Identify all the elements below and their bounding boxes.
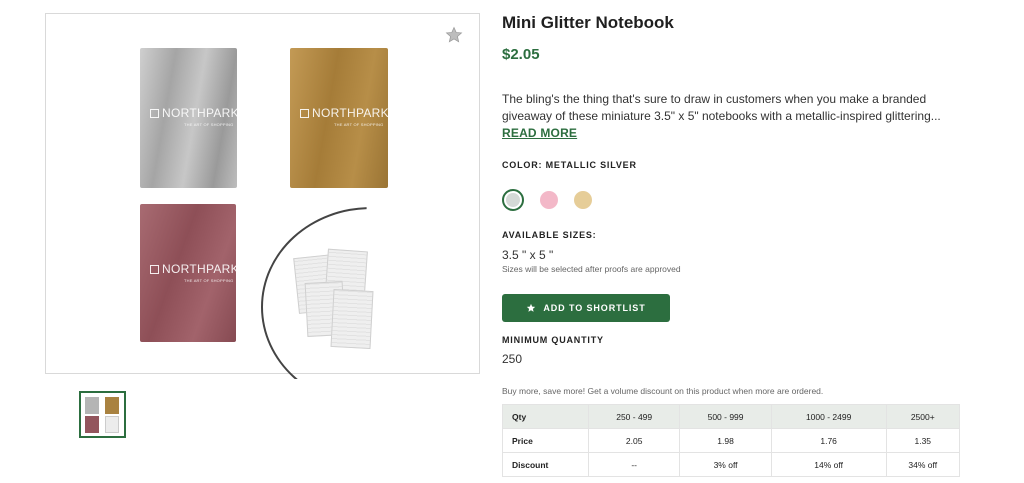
table-header-row: Qty 250 - 499 500 - 999 1000 - 2499 2500…: [502, 404, 961, 429]
table-row-label: Discount: [502, 452, 589, 477]
swatch-metallic-silver[interactable]: [502, 189, 524, 211]
size-note: Sizes will be selected after proofs are …: [502, 264, 681, 274]
product-description: The bling's the thing that's sure to dra…: [502, 92, 941, 123]
table-header-cell: 1000 - 2499: [770, 404, 887, 429]
table-cell: 14% off: [770, 452, 887, 477]
shortlist-label: ADD TO SHORTLIST: [543, 303, 646, 313]
swatch-pink[interactable]: [538, 189, 560, 211]
product-price: $2.05: [502, 46, 540, 63]
volume-discount-note: Buy more, save more! Get a volume discou…: [502, 386, 824, 396]
brand-logo: NORTHPARK: [150, 106, 237, 120]
table-row: Discount -- 3% off 14% off 34% off: [502, 452, 961, 477]
star-icon[interactable]: [445, 26, 463, 44]
minimum-quantity-label: MINIMUM QUANTITY: [502, 335, 604, 345]
notebook-silver: NORTHPARK THE ART OF SHOPPING: [140, 48, 237, 188]
table-header-cell: Qty: [502, 404, 589, 429]
star-icon: [527, 303, 536, 312]
volume-pricing-table: Qty 250 - 499 500 - 999 1000 - 2499 2500…: [502, 404, 961, 477]
size-value: 3.5 " x 5 ": [502, 248, 554, 262]
table-header-cell: 250 - 499: [587, 404, 681, 429]
table-cell: 1.35: [885, 428, 961, 453]
table-cell: 2.05: [587, 428, 681, 453]
table-header-cell: 500 - 999: [679, 404, 772, 429]
brand-tagline: THE ART OF SHOPPING: [184, 122, 234, 127]
table-cell: 1.98: [679, 428, 772, 453]
table-cell: 3% off: [679, 452, 772, 477]
table-cell: 34% off: [885, 452, 961, 477]
table-row-label: Price: [502, 428, 589, 453]
product-thumbnail[interactable]: [79, 391, 126, 438]
minimum-quantity-value: 250: [502, 352, 523, 366]
notebook-pages-illustration: [293, 246, 406, 356]
table-cell: --: [587, 452, 681, 477]
notebook-gold: NORTHPARK THE ART OF SHOPPING: [290, 48, 388, 188]
product-title: Mini Glitter Notebook: [502, 13, 674, 32]
table-header-cell: 2500+: [885, 404, 961, 429]
table-row: Price 2.05 1.98 1.76 1.35: [502, 428, 961, 453]
brand-logo: NORTHPARK: [150, 262, 236, 276]
notebook-rose: NORTHPARK THE ART OF SHOPPING: [140, 204, 236, 342]
table-cell: 1.76: [770, 428, 887, 453]
swatch-gold[interactable]: [572, 189, 594, 211]
brand-tagline: THE ART OF SHOPPING: [184, 278, 234, 283]
brand-tagline: THE ART OF SHOPPING: [334, 122, 384, 127]
product-main-image: NORTHPARK THE ART OF SHOPPING NORTHPARK …: [45, 13, 480, 379]
brand-logo: NORTHPARK: [300, 106, 388, 120]
color-label: COLOR: METALLIC SILVER: [502, 160, 637, 170]
sizes-label: AVAILABLE SIZES:: [502, 230, 597, 240]
read-more-link[interactable]: READ MORE: [502, 126, 577, 140]
add-to-shortlist-button[interactable]: ADD TO SHORTLIST: [502, 294, 670, 322]
